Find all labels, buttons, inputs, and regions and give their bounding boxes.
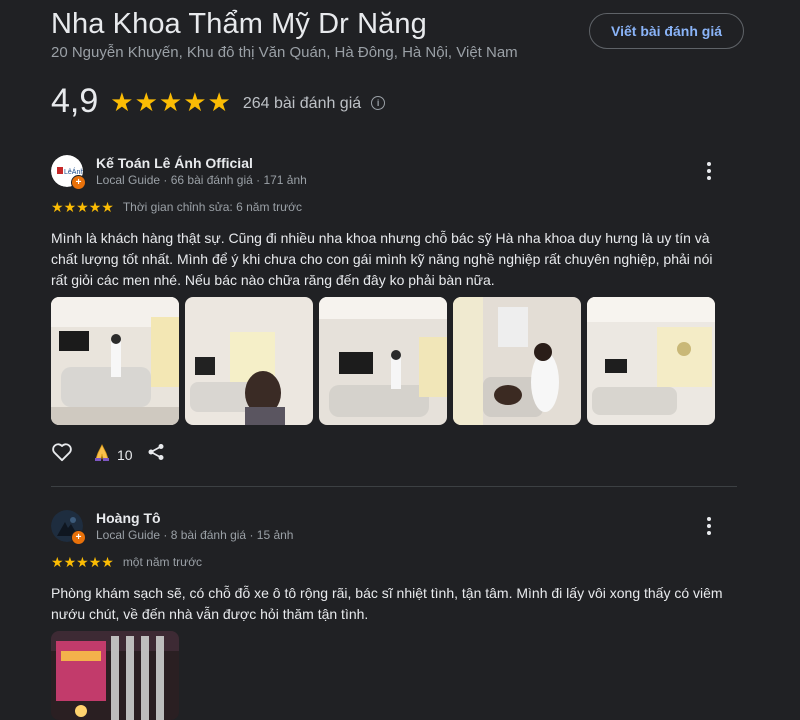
info-icon[interactable]: i (371, 95, 386, 110)
review-count[interactable]: 264 bài đánh giá (243, 95, 361, 113)
star-icon: ★ (101, 554, 114, 570)
review-rating: ★ ★ ★ ★ ★ Thời gian chỉnh sửa: 6 năm trước (51, 200, 302, 214)
star-icon: ★ (63, 199, 77, 215)
star-icon: ★ (76, 199, 89, 215)
review-text: Mình là khách hàng thật sự. Cũng đi nhiề… (51, 230, 713, 288)
review-photo[interactable] (319, 297, 447, 425)
reviewer-name[interactable]: Kế Toán Lê Ánh Official (96, 155, 253, 171)
star-icon: ★ (110, 86, 134, 117)
place-title: Nha Khoa Thẩm Mỹ Dr Năng (51, 8, 427, 40)
review-photo[interactable] (453, 297, 581, 425)
review-time: Thời gian chỉnh sửa: 6 năm trước (122, 200, 303, 214)
local-guide-badge-icon: + (71, 175, 86, 190)
review-photos (51, 297, 715, 425)
star-icon: ★ (183, 86, 207, 117)
star-icon: ★ (134, 86, 158, 117)
reviewer-name[interactable]: Hoàng Tô (96, 510, 161, 526)
avatar[interactable]: LêÁnh + (51, 155, 86, 190)
reviewer-meta[interactable]: Local Guide · 8 bài đánh giá · 15 ảnh (96, 528, 293, 542)
write-review-button[interactable]: Viết bài đánh giá (589, 13, 744, 49)
star-icon: ★ (101, 199, 114, 215)
review-photos (51, 631, 179, 720)
review-text: Phòng khám sạch sẽ, có chỗ đỗ xe ô tô rộ… (51, 585, 723, 622)
more-vert-icon[interactable] (699, 161, 719, 181)
review-card: LêÁnh + Kế Toán Lê Ánh Official Local Gu… (51, 155, 741, 475)
review-divider (51, 486, 737, 487)
pray-hands-icon[interactable] (93, 443, 111, 466)
share-icon[interactable] (147, 443, 165, 466)
more-vert-icon[interactable] (699, 516, 719, 536)
star-icon: ★ (207, 86, 231, 117)
star-icon: ★ (88, 554, 102, 570)
star-icon: ★ (88, 199, 102, 215)
review-stars: ★ ★ ★ ★ ★ (51, 555, 114, 569)
star-icon: ★ (51, 199, 64, 215)
rating-value: 4,9 (51, 82, 99, 120)
rating-summary: 4,9 ★ ★ ★ ★ ★ 264 bài đánh giá i (51, 82, 386, 121)
star-icon: ★ (158, 86, 183, 117)
review-rating: ★ ★ ★ ★ ★ một năm trước (51, 555, 202, 569)
review-actions: 10 (51, 442, 165, 467)
review-photo[interactable] (185, 297, 313, 425)
review-time: một năm trước (122, 555, 203, 569)
review-card: + Hoàng Tô Local Guide · 8 bài đánh giá … (51, 510, 741, 720)
place-address: 20 Nguyễn Khuyến, Khu đô thị Văn Quán, H… (51, 44, 518, 61)
review-stars: ★ ★ ★ ★ ★ (51, 200, 114, 214)
star-icon: ★ (51, 554, 64, 570)
review-photo[interactable] (51, 297, 179, 425)
heart-icon[interactable] (51, 442, 73, 467)
local-guide-badge-icon: + (71, 530, 86, 545)
review-photo[interactable] (51, 631, 179, 720)
rating-stars: ★ ★ ★ ★ ★ (110, 89, 231, 115)
star-icon: ★ (76, 554, 89, 570)
avatar[interactable]: + (51, 510, 86, 545)
review-photo[interactable] (587, 297, 715, 425)
star-icon: ★ (63, 554, 77, 570)
reviewer-meta[interactable]: Local Guide · 66 bài đánh giá · 171 ảnh (96, 173, 307, 187)
reaction-count: 10 (117, 446, 133, 463)
